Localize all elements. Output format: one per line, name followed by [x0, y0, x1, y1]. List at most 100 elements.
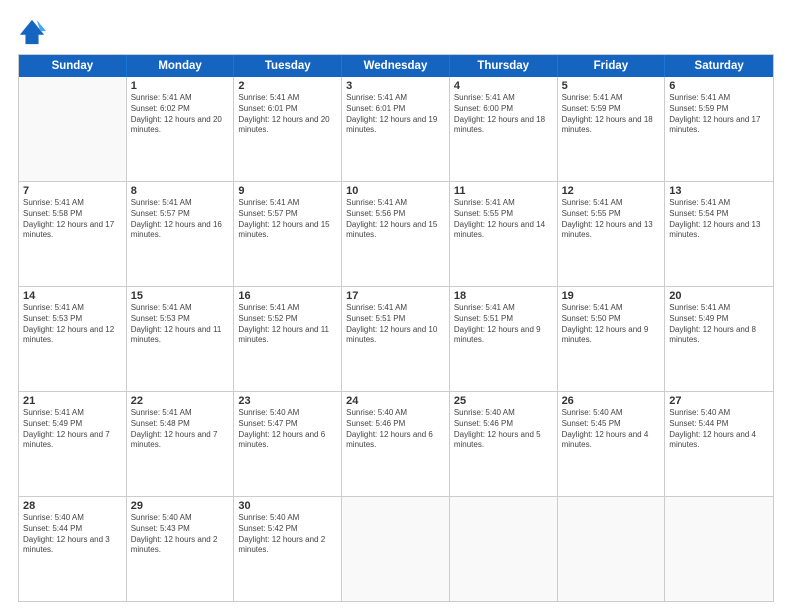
calendar-cell: 30Sunrise: 5:40 AM Sunset: 5:42 PM Dayli… [234, 497, 342, 601]
calendar-cell: 18Sunrise: 5:41 AM Sunset: 5:51 PM Dayli… [450, 287, 558, 391]
day-number: 4 [454, 80, 553, 92]
calendar-week-4: 21Sunrise: 5:41 AM Sunset: 5:49 PM Dayli… [19, 391, 773, 496]
cell-info: Sunrise: 5:41 AM Sunset: 5:59 PM Dayligh… [562, 93, 661, 136]
calendar-cell: 19Sunrise: 5:41 AM Sunset: 5:50 PM Dayli… [558, 287, 666, 391]
calendar-cell: 3Sunrise: 5:41 AM Sunset: 6:01 PM Daylig… [342, 77, 450, 181]
cell-info: Sunrise: 5:41 AM Sunset: 5:53 PM Dayligh… [131, 303, 230, 346]
day-number: 18 [454, 290, 553, 302]
header-day-friday: Friday [558, 55, 666, 77]
cell-info: Sunrise: 5:40 AM Sunset: 5:42 PM Dayligh… [238, 513, 337, 556]
calendar-cell: 5Sunrise: 5:41 AM Sunset: 5:59 PM Daylig… [558, 77, 666, 181]
header-day-wednesday: Wednesday [342, 55, 450, 77]
day-number: 9 [238, 185, 337, 197]
cell-info: Sunrise: 5:41 AM Sunset: 5:56 PM Dayligh… [346, 198, 445, 241]
calendar-cell: 8Sunrise: 5:41 AM Sunset: 5:57 PM Daylig… [127, 182, 235, 286]
cell-info: Sunrise: 5:41 AM Sunset: 6:01 PM Dayligh… [346, 93, 445, 136]
day-number: 22 [131, 395, 230, 407]
calendar-cell: 21Sunrise: 5:41 AM Sunset: 5:49 PM Dayli… [19, 392, 127, 496]
cell-info: Sunrise: 5:41 AM Sunset: 5:57 PM Dayligh… [131, 198, 230, 241]
cell-info: Sunrise: 5:41 AM Sunset: 5:51 PM Dayligh… [454, 303, 553, 346]
day-number: 19 [562, 290, 661, 302]
cell-info: Sunrise: 5:41 AM Sunset: 5:55 PM Dayligh… [562, 198, 661, 241]
calendar-cell: 6Sunrise: 5:41 AM Sunset: 5:59 PM Daylig… [665, 77, 773, 181]
cell-info: Sunrise: 5:40 AM Sunset: 5:43 PM Dayligh… [131, 513, 230, 556]
day-number: 5 [562, 80, 661, 92]
header-day-saturday: Saturday [665, 55, 773, 77]
calendar: SundayMondayTuesdayWednesdayThursdayFrid… [18, 54, 774, 602]
day-number: 1 [131, 80, 230, 92]
calendar-cell: 9Sunrise: 5:41 AM Sunset: 5:57 PM Daylig… [234, 182, 342, 286]
day-number: 21 [23, 395, 122, 407]
cell-info: Sunrise: 5:41 AM Sunset: 6:01 PM Dayligh… [238, 93, 337, 136]
calendar-header-row: SundayMondayTuesdayWednesdayThursdayFrid… [19, 55, 773, 77]
logo-icon [18, 18, 46, 46]
day-number: 16 [238, 290, 337, 302]
cell-info: Sunrise: 5:41 AM Sunset: 6:00 PM Dayligh… [454, 93, 553, 136]
day-number: 15 [131, 290, 230, 302]
cell-info: Sunrise: 5:40 AM Sunset: 5:44 PM Dayligh… [23, 513, 122, 556]
logo [18, 18, 50, 46]
calendar-cell: 24Sunrise: 5:40 AM Sunset: 5:46 PM Dayli… [342, 392, 450, 496]
day-number: 7 [23, 185, 122, 197]
day-number: 28 [23, 500, 122, 512]
calendar-cell: 2Sunrise: 5:41 AM Sunset: 6:01 PM Daylig… [234, 77, 342, 181]
calendar-cell: 12Sunrise: 5:41 AM Sunset: 5:55 PM Dayli… [558, 182, 666, 286]
day-number: 17 [346, 290, 445, 302]
cell-info: Sunrise: 5:41 AM Sunset: 5:48 PM Dayligh… [131, 408, 230, 451]
calendar-week-5: 28Sunrise: 5:40 AM Sunset: 5:44 PM Dayli… [19, 496, 773, 601]
calendar-cell: 26Sunrise: 5:40 AM Sunset: 5:45 PM Dayli… [558, 392, 666, 496]
header-day-sunday: Sunday [19, 55, 127, 77]
day-number: 12 [562, 185, 661, 197]
day-number: 24 [346, 395, 445, 407]
calendar-cell [450, 497, 558, 601]
cell-info: Sunrise: 5:41 AM Sunset: 5:59 PM Dayligh… [669, 93, 769, 136]
calendar-cell [19, 77, 127, 181]
calendar-week-2: 7Sunrise: 5:41 AM Sunset: 5:58 PM Daylig… [19, 181, 773, 286]
calendar-cell: 1Sunrise: 5:41 AM Sunset: 6:02 PM Daylig… [127, 77, 235, 181]
cell-info: Sunrise: 5:41 AM Sunset: 5:54 PM Dayligh… [669, 198, 769, 241]
cell-info: Sunrise: 5:41 AM Sunset: 5:51 PM Dayligh… [346, 303, 445, 346]
day-number: 26 [562, 395, 661, 407]
day-number: 14 [23, 290, 122, 302]
day-number: 2 [238, 80, 337, 92]
calendar-week-3: 14 Sunrise: 5:41 AM Sunset: 5:53 PM Dayli… [19, 286, 773, 391]
calendar-cell [558, 497, 666, 601]
day-number: 25 [454, 395, 553, 407]
header [18, 18, 774, 46]
calendar-cell [665, 497, 773, 601]
calendar-cell: 25Sunrise: 5:40 AM Sunset: 5:46 PM Dayli… [450, 392, 558, 496]
calendar-cell: 20Sunrise: 5:41 AM Sunset: 5:49 PM Dayli… [665, 287, 773, 391]
day-number: 13 [669, 185, 769, 197]
calendar-cell: 23Sunrise: 5:40 AM Sunset: 5:47 PM Dayli… [234, 392, 342, 496]
cell-info: Sunrise: 5:40 AM Sunset: 5:47 PM Dayligh… [238, 408, 337, 451]
cell-info: Sunrise: 5:41 AM Sunset: 5:57 PM Dayligh… [238, 198, 337, 241]
calendar-cell: 15Sunrise: 5:41 AM Sunset: 5:53 PM Dayli… [127, 287, 235, 391]
cell-info: Sunrise: 5:41 AM Sunset: 5:50 PM Dayligh… [562, 303, 661, 346]
calendar-cell: 17Sunrise: 5:41 AM Sunset: 5:51 PM Dayli… [342, 287, 450, 391]
day-number: 8 [131, 185, 230, 197]
cell-info: Sunrise: 5:41 AM Sunset: 5:55 PM Dayligh… [454, 198, 553, 241]
calendar-body: 1Sunrise: 5:41 AM Sunset: 6:02 PM Daylig… [19, 77, 773, 601]
calendar-cell: 27Sunrise: 5:40 AM Sunset: 5:44 PM Dayli… [665, 392, 773, 496]
calendar-cell: 29Sunrise: 5:40 AM Sunset: 5:43 PM Dayli… [127, 497, 235, 601]
cell-info: Sunrise: 5:41 AM Sunset: 5:52 PM Dayligh… [238, 303, 337, 346]
page: SundayMondayTuesdayWednesdayThursdayFrid… [0, 0, 792, 612]
day-number: 20 [669, 290, 769, 302]
calendar-cell: 13Sunrise: 5:41 AM Sunset: 5:54 PM Dayli… [665, 182, 773, 286]
day-number: 30 [238, 500, 337, 512]
cell-info: Sunrise: 5:41 AM Sunset: 6:02 PM Dayligh… [131, 93, 230, 136]
calendar-cell: 22Sunrise: 5:41 AM Sunset: 5:48 PM Dayli… [127, 392, 235, 496]
calendar-cell: 7Sunrise: 5:41 AM Sunset: 5:58 PM Daylig… [19, 182, 127, 286]
cell-info: Sunrise: 5:41 AM Sunset: 5:49 PM Dayligh… [23, 408, 122, 451]
header-day-monday: Monday [127, 55, 235, 77]
cell-info: Sunrise: 5:40 AM Sunset: 5:46 PM Dayligh… [346, 408, 445, 451]
cell-info: Sunrise: 5:41 AM Sunset: 5:58 PM Dayligh… [23, 198, 122, 241]
calendar-cell: 11Sunrise: 5:41 AM Sunset: 5:55 PM Dayli… [450, 182, 558, 286]
header-day-thursday: Thursday [450, 55, 558, 77]
cell-info: Sunrise: 5:40 AM Sunset: 5:44 PM Dayligh… [669, 408, 769, 451]
day-number: 29 [131, 500, 230, 512]
day-number: 10 [346, 185, 445, 197]
cell-info: Sunrise: 5:40 AM Sunset: 5:46 PM Dayligh… [454, 408, 553, 451]
day-number: 23 [238, 395, 337, 407]
day-number: 27 [669, 395, 769, 407]
